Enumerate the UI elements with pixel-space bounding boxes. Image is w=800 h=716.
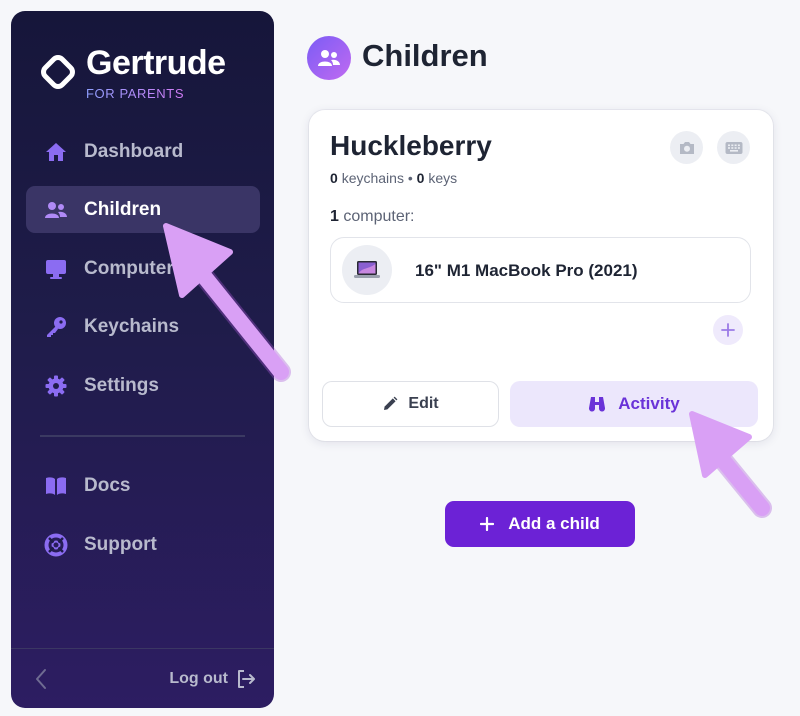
brand-logo[interactable]: Gertrude FOR PARENTS	[39, 44, 259, 107]
sidebar-item-label: Dashboard	[84, 140, 184, 162]
keychains-label: keychains	[341, 170, 404, 186]
logo-icon	[41, 55, 75, 89]
home-icon	[46, 143, 66, 161]
plus-icon	[480, 517, 495, 531]
computer-list-item[interactable]: 16" M1 MacBook Pro (2021)	[330, 237, 751, 303]
add-computer-button[interactable]	[713, 315, 743, 345]
sidebar-item-docs[interactable]: Docs	[26, 462, 260, 509]
plus-icon	[721, 323, 735, 337]
sidebar-item-settings[interactable]: Settings	[26, 362, 260, 409]
gear-icon	[45, 375, 67, 397]
users-icon	[318, 50, 340, 66]
sidebar-item-children[interactable]: Children	[26, 186, 260, 233]
book-icon	[46, 477, 66, 495]
desktop-icon	[46, 260, 66, 279]
logout-icon	[238, 670, 255, 688]
activity-label: Activity	[618, 394, 680, 413]
edit-label: Edit	[408, 395, 439, 412]
sidebar-item-label: Children	[84, 198, 162, 220]
computers-heading: 1 computer:	[330, 208, 415, 226]
sidebar-footer: Log out	[11, 648, 274, 708]
keys-count: 0	[416, 170, 425, 186]
computers-count: 1	[330, 208, 339, 225]
users-icon	[45, 202, 67, 218]
child-meta: 0 keychains • 0 keys	[330, 170, 457, 186]
screenshots-button[interactable]	[670, 131, 703, 164]
add-child-label: Add a child	[508, 514, 600, 533]
logout-button[interactable]: Log out	[169, 667, 256, 691]
computer-name: 16" M1 MacBook Pro (2021)	[415, 261, 638, 280]
keyboard-icon	[725, 141, 742, 154]
sidebar-item-dashboard[interactable]: Dashboard	[26, 128, 260, 175]
child-card: Huckleberry 0 keychains • 0 keys 1 compu…	[309, 110, 773, 441]
sidebar-item-support[interactable]: Support	[26, 521, 260, 568]
sidebar-item-keychains[interactable]: Keychains	[26, 303, 260, 350]
binoculars-icon	[589, 397, 606, 412]
sidebar-item-label: Support	[84, 533, 157, 555]
child-name: Huckleberry	[330, 130, 492, 161]
computer-thumbnail	[342, 245, 392, 295]
page-title: Children	[362, 38, 488, 73]
activity-button[interactable]: Activity	[510, 381, 758, 427]
sidebar: Gertrude FOR PARENTS Dashboard Children …	[11, 11, 274, 708]
sidebar-item-label: Settings	[84, 374, 159, 396]
key-icon	[47, 317, 66, 337]
meta-separator: •	[407, 170, 413, 186]
brand-name: Gertrude	[86, 44, 226, 82]
add-child-button[interactable]: Add a child	[445, 501, 635, 547]
edit-button[interactable]: Edit	[322, 381, 499, 427]
computers-label: computer:	[343, 208, 415, 225]
keystrokes-button[interactable]	[717, 131, 750, 164]
sidebar-item-label: Keychains	[84, 315, 180, 337]
lifebuoy-icon	[44, 533, 68, 557]
sidebar-item-label: Computers	[84, 257, 185, 279]
logout-label: Log out	[169, 670, 228, 687]
page-icon	[307, 36, 351, 80]
camera-icon	[679, 141, 694, 154]
sidebar-item-label: Docs	[84, 474, 131, 496]
pencil-icon	[384, 396, 398, 410]
sidebar-item-computers[interactable]: Computers	[26, 245, 260, 292]
keychains-count: 0	[330, 170, 338, 186]
sidebar-divider	[40, 435, 245, 437]
brand-subtitle: FOR PARENTS	[86, 86, 185, 101]
chevron-left-icon[interactable]	[33, 667, 49, 691]
keys-label: keys	[428, 170, 458, 186]
laptop-icon	[354, 261, 380, 278]
